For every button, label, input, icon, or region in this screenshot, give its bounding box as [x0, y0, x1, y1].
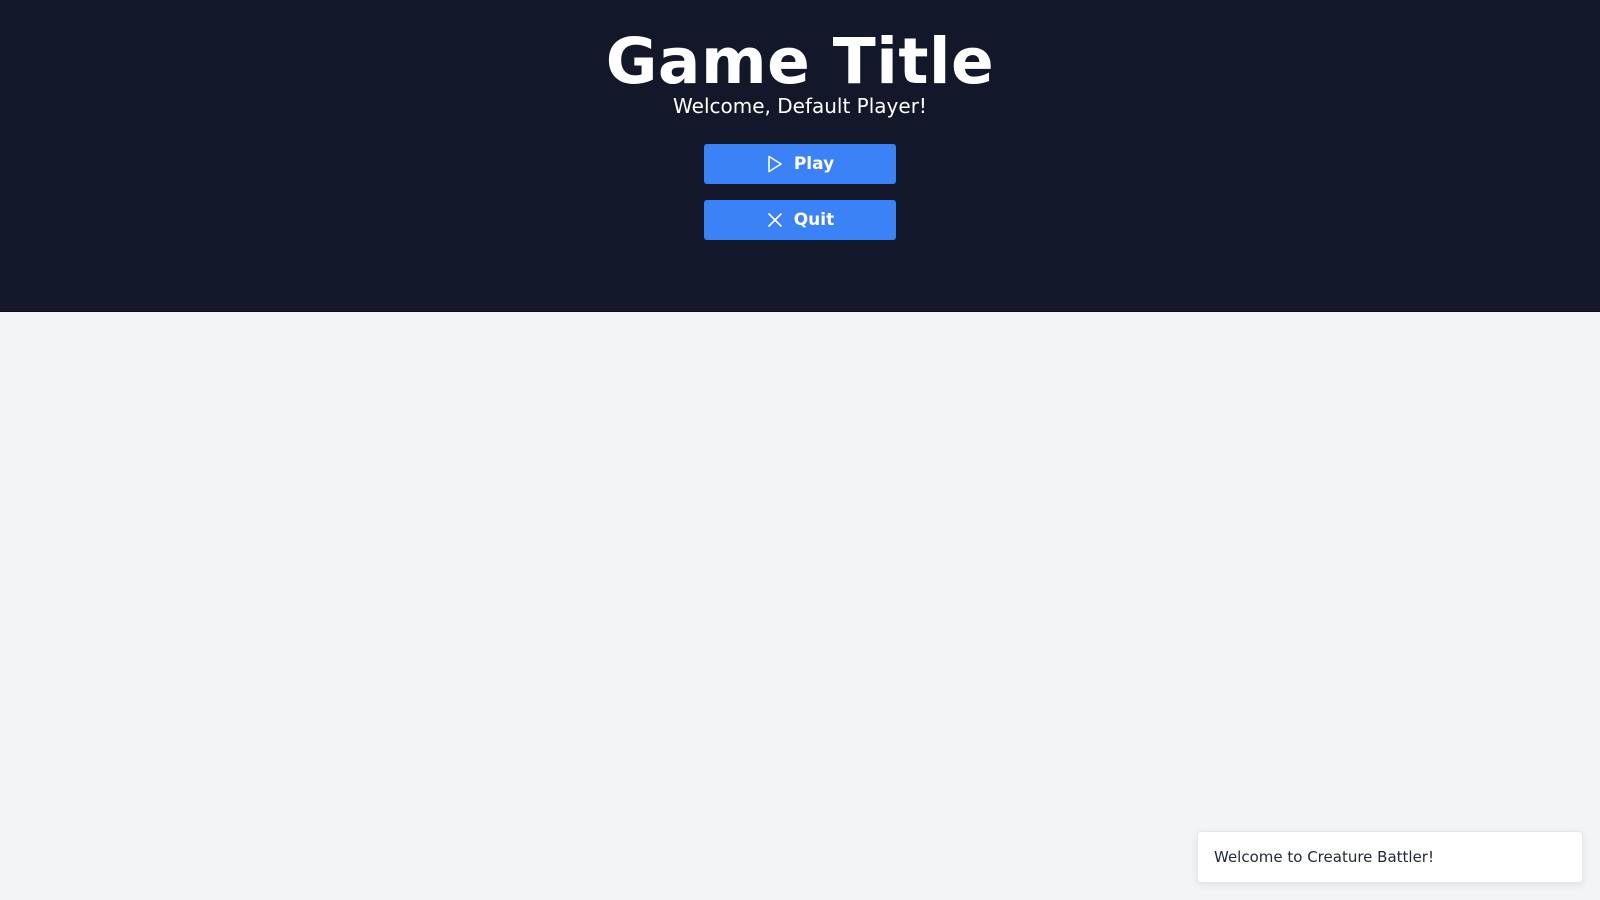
play-icon — [766, 155, 784, 173]
welcome-message: Welcome, Default Player! — [673, 94, 927, 118]
welcome-toast: Welcome to Creature Battler! — [1197, 831, 1583, 883]
quit-button-label: Quit — [793, 210, 835, 230]
quit-button[interactable]: Quit — [704, 200, 896, 240]
game-title: Game Title — [605, 25, 995, 98]
play-button-label: Play — [793, 154, 835, 174]
toast-message: Welcome to Creature Battler! — [1214, 848, 1434, 866]
title-screen-header: Game Title Welcome, Default Player! Play… — [0, 0, 1600, 312]
close-icon — [766, 211, 784, 229]
play-button[interactable]: Play — [704, 144, 896, 184]
